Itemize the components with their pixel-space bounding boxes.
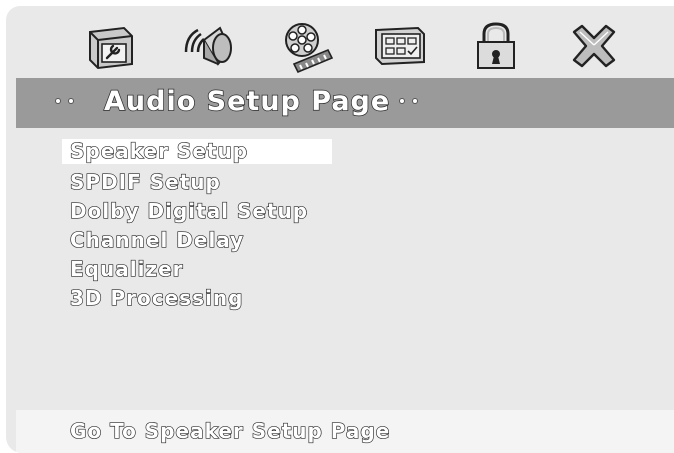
setup-icon-bar [6, 6, 674, 84]
setup-menu-screen: Audio Setup Page Speaker Setup SPDIF Set… [6, 6, 674, 453]
preference-setup-icon[interactable] [370, 18, 430, 74]
audio-setup-icon[interactable] [178, 18, 238, 74]
decoration-dot [400, 99, 404, 103]
decoration-dot [56, 99, 60, 103]
status-bar: Go To Speaker Setup Page [16, 410, 674, 453]
menu-item-dolby-digital-setup[interactable]: Dolby Digital Setup [62, 197, 482, 226]
video-setup-icon[interactable] [274, 18, 334, 74]
menu-item-channel-delay[interactable]: Channel Delay [62, 226, 482, 255]
exit-setup-icon[interactable] [564, 18, 624, 74]
audio-setup-menu: Speaker Setup SPDIF Setup Dolby Digital … [62, 138, 482, 313]
password-setup-icon[interactable] [466, 18, 526, 74]
decoration-dot [413, 99, 417, 103]
decoration-dot [69, 99, 73, 103]
menu-item-spdif-setup[interactable]: SPDIF Setup [62, 168, 482, 197]
menu-item-speaker-setup[interactable]: Speaker Setup [62, 138, 332, 164]
menu-item-equalizer[interactable]: Equalizer [62, 255, 482, 284]
title-decoration-dots-left [56, 99, 73, 103]
menu-item-3d-processing[interactable]: 3D Processing [62, 284, 482, 313]
status-hint: Go To Speaker Setup Page [69, 418, 391, 443]
system-setup-icon[interactable] [80, 18, 140, 74]
title-decoration-dots-right [400, 99, 417, 103]
page-title-bar: Audio Setup Page [16, 78, 674, 128]
page-title: Audio Setup Page [103, 85, 391, 118]
